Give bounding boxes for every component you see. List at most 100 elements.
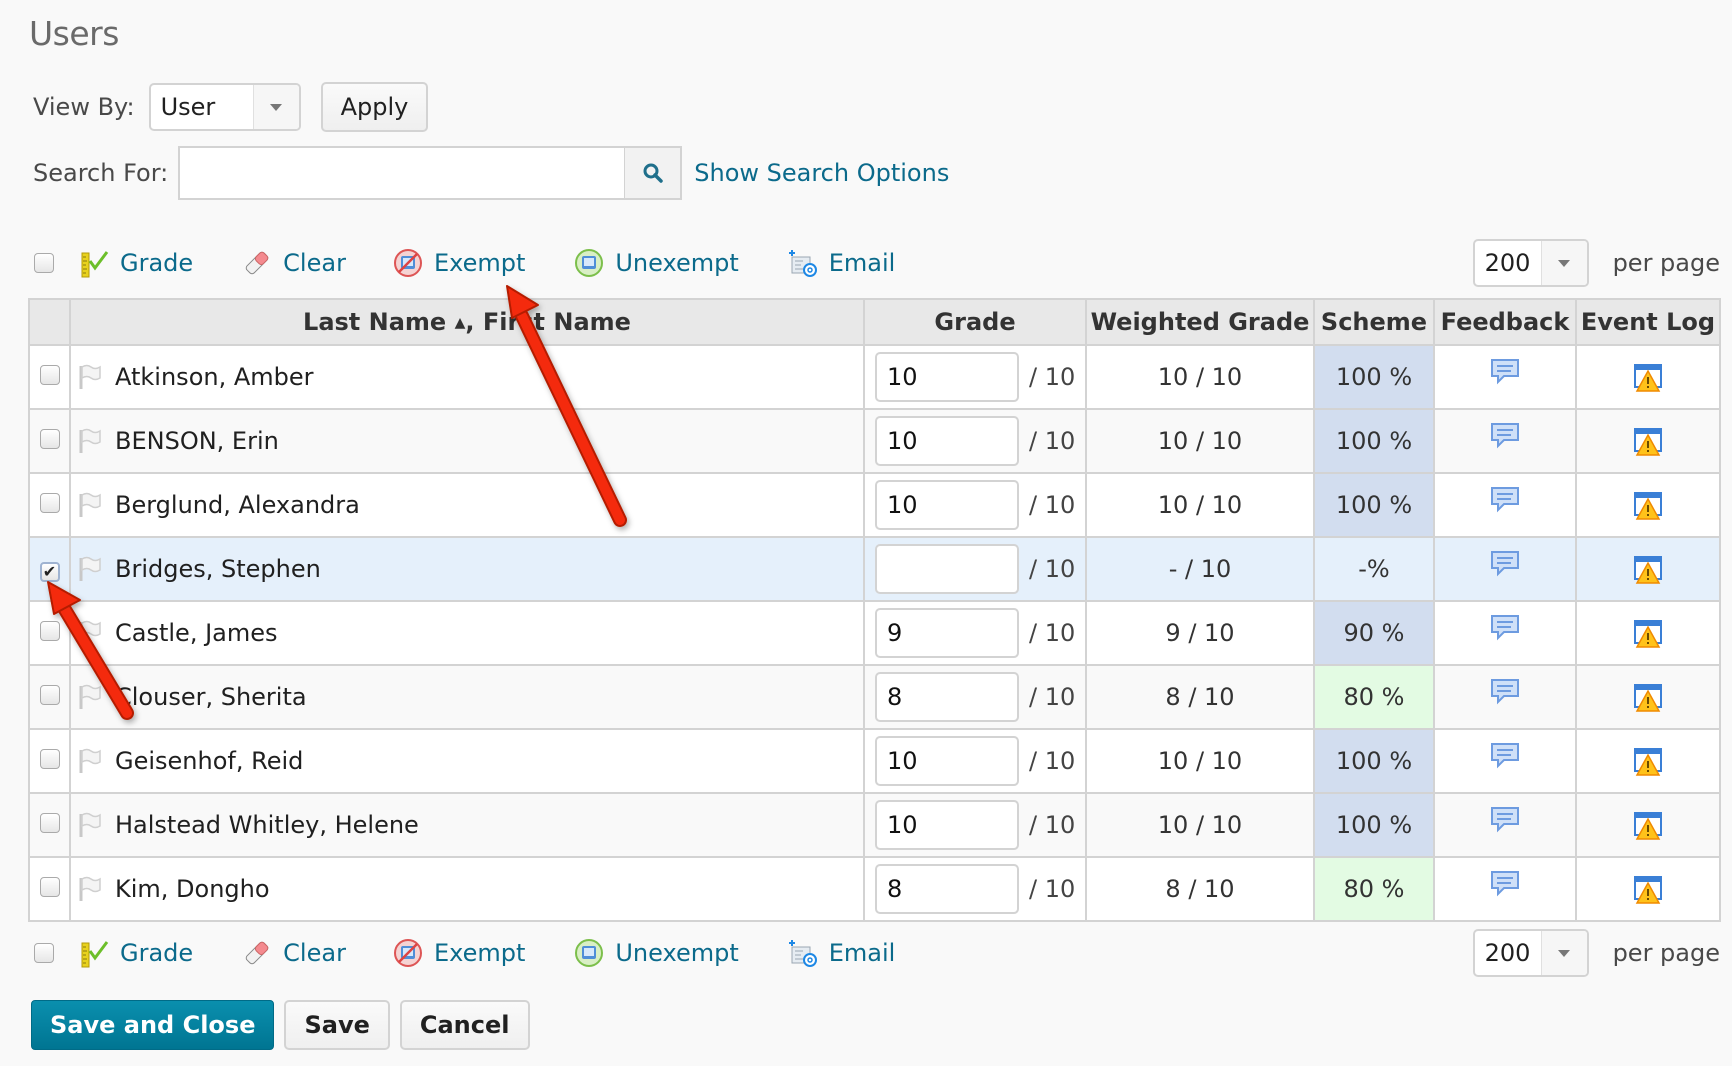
flag-icon[interactable] [77,875,103,903]
unexempt-link[interactable]: Unexempt [615,939,738,967]
grade-input[interactable] [875,544,1019,594]
feedback-icon[interactable] [1489,420,1521,452]
row-checkbox[interactable] [39,493,60,513]
exempt-link[interactable]: Exempt [434,249,525,277]
exempt-link[interactable]: Exempt [434,939,525,967]
event-log-icon[interactable] [1632,361,1664,393]
flag-icon[interactable] [77,619,103,647]
row-select-cell [28,344,71,410]
sort-ascending-icon[interactable]: ▲ [455,315,466,331]
event-log-icon[interactable] [1632,745,1664,777]
flag-icon[interactable] [77,747,103,775]
row-checkbox[interactable] [39,877,60,897]
search-input[interactable] [180,148,625,198]
grade-link[interactable]: Grade [120,249,193,277]
flag-icon[interactable] [77,683,103,711]
feedback-icon[interactable] [1489,356,1521,388]
grade-action[interactable]: Grade [78,937,193,969]
select-all-checkbox[interactable] [34,253,54,273]
grade-input[interactable] [875,608,1019,658]
event-log-icon[interactable] [1632,489,1664,521]
event-log-icon[interactable] [1632,617,1664,649]
per-page-select[interactable]: 200 [1472,929,1589,977]
row-checkbox[interactable] [39,813,60,833]
feedback-icon[interactable] [1489,740,1521,772]
grade-link[interactable]: Grade [120,939,193,967]
name-cell: Geisenhof, Reid [69,728,865,794]
feedback-icon[interactable] [1489,484,1521,516]
cancel-button[interactable]: Cancel [399,1000,530,1050]
scheme-cell: 100 % [1313,344,1435,410]
row-checkbox[interactable] [39,621,60,641]
grade-input[interactable] [875,416,1019,466]
feedback-icon[interactable] [1489,612,1521,644]
grade-input[interactable] [875,672,1019,722]
event-log-icon[interactable] [1632,681,1664,713]
header-name[interactable]: Last Name ▲, First Name [69,298,865,346]
row-checkbox[interactable] [39,749,60,769]
grade-input[interactable] [875,736,1019,786]
email-action[interactable]: Email [787,937,896,969]
grade-action[interactable]: Grade [78,247,193,279]
feedback-icon[interactable] [1489,548,1521,580]
grade-input[interactable] [875,800,1019,850]
grade-input[interactable] [875,352,1019,402]
grade-input[interactable] [875,480,1019,530]
chevron-down-icon[interactable] [252,85,299,129]
clear-action[interactable]: Clear [241,247,346,279]
weighted-grade-cell: 8 / 10 [1085,856,1315,922]
unexempt-link[interactable]: Unexempt [615,249,738,277]
flag-icon[interactable] [77,363,103,391]
clear-action[interactable]: Clear [241,937,346,969]
feedback-cell [1433,472,1577,538]
email-link[interactable]: Email [829,939,896,967]
per-page-select[interactable]: 200 [1472,239,1589,287]
email-link[interactable]: Email [829,249,896,277]
chevron-down-icon[interactable] [1540,241,1587,285]
flag-icon[interactable] [77,491,103,519]
flag-icon[interactable] [77,811,103,839]
row-checkbox[interactable] [39,429,60,449]
event-log-icon[interactable] [1632,873,1664,905]
clear-link[interactable]: Clear [283,249,346,277]
feedback-icon[interactable] [1489,868,1521,900]
unexempt-action[interactable]: Unexempt [573,247,739,279]
chevron-down-icon[interactable] [1540,931,1587,975]
row-checkbox[interactable] [39,365,60,385]
apply-button[interactable]: Apply [320,82,429,132]
header-name-suffix[interactable]: , First Name [465,308,631,336]
unexempt-action[interactable]: Unexempt [573,937,739,969]
show-search-options-link[interactable]: Show Search Options [694,159,949,187]
exempt-action[interactable]: Exempt [392,247,525,279]
row-select-cell [28,600,71,666]
header-select [28,298,71,346]
student-name: Bridges, Stephen [115,555,321,583]
header-name-label[interactable]: Last Name [303,308,446,336]
flag-icon[interactable] [77,427,103,455]
row-checkbox[interactable]: ✔ [39,562,60,582]
grade-out-of: / 10 [1029,747,1076,775]
header-weighted-grade: Weighted Grade [1085,298,1315,346]
grade-cell: / 10 [863,792,1087,858]
search-button[interactable] [624,148,681,198]
event-log-icon[interactable] [1632,425,1664,457]
save-button[interactable]: Save [284,1000,390,1050]
eraser-icon [241,247,273,279]
feedback-icon[interactable] [1489,676,1521,708]
view-by-select[interactable]: User [148,83,301,131]
clear-link[interactable]: Clear [283,939,346,967]
event-log-icon[interactable] [1632,553,1664,585]
exempt-action[interactable]: Exempt [392,937,525,969]
grade-input[interactable] [875,864,1019,914]
row-select-cell [28,408,71,474]
feedback-icon[interactable] [1489,804,1521,836]
select-all-checkbox[interactable] [34,943,54,963]
email-action[interactable]: Email [787,247,896,279]
action-bar-top: Grade Clear Exempt Unexempt Email 200 pe… [34,238,1720,288]
row-select-cell: ✔ [28,536,71,602]
save-and-close-button[interactable]: Save and Close [31,1000,275,1050]
name-cell: Halstead Whitley, Helene [69,792,865,858]
row-checkbox[interactable] [39,685,60,705]
flag-icon[interactable] [77,555,103,583]
event-log-icon[interactable] [1632,809,1664,841]
